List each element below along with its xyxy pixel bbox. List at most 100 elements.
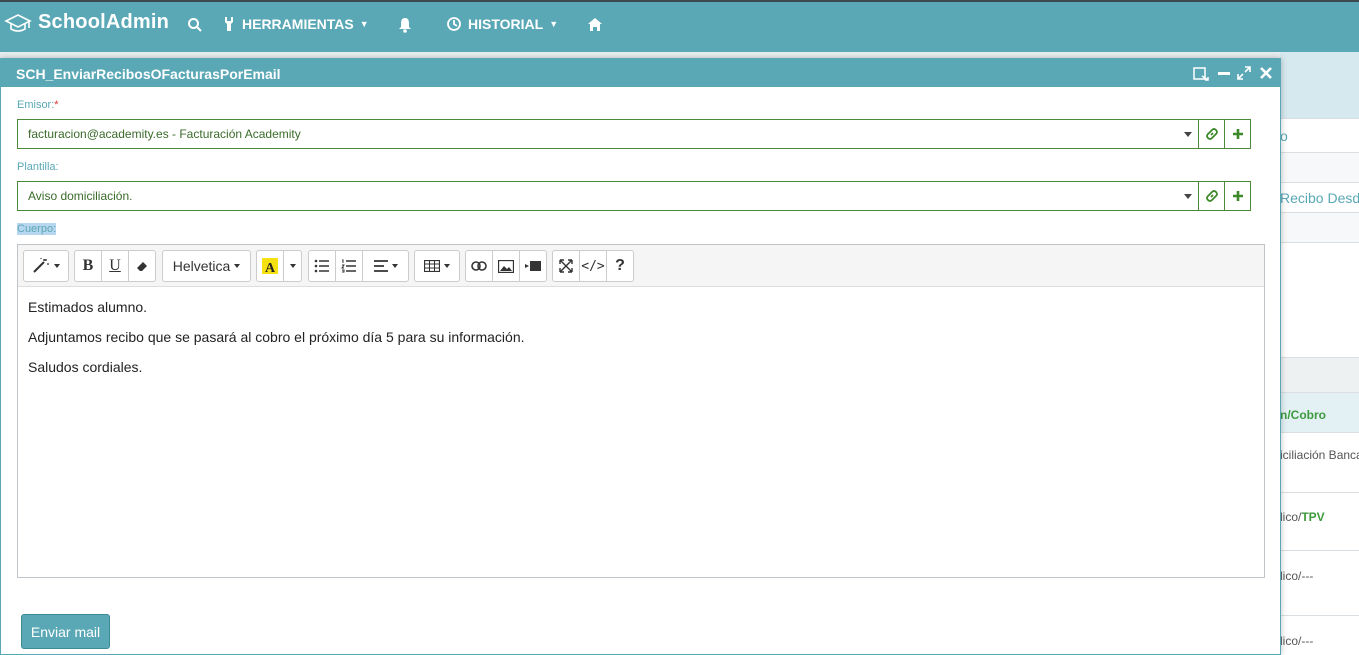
- style-group: [23, 250, 69, 282]
- insert-video-button[interactable]: [520, 251, 546, 281]
- table-icon: [424, 260, 440, 272]
- bullet-list-button[interactable]: [309, 251, 336, 281]
- cuerpo-label: Cuerpo:: [17, 223, 57, 235]
- insert-group: [465, 250, 547, 282]
- background-row-prefix: lico/: [1280, 510, 1302, 524]
- view-group: </> ?: [552, 250, 634, 282]
- insert-table-button[interactable]: [415, 251, 459, 281]
- chevron-down-icon: ▼: [549, 19, 559, 29]
- chevron-down-icon: [1184, 194, 1192, 199]
- magic-wand-icon: [33, 258, 49, 273]
- nav-historial[interactable]: HISTORIAL ▼: [446, 16, 558, 32]
- search-icon[interactable]: [187, 17, 203, 33]
- plantilla-value-text: Aviso domiciliación.: [28, 189, 133, 203]
- emisor-label-text: Emisor:: [17, 99, 55, 111]
- bullet-list-icon: [314, 259, 329, 273]
- background-row-text: lico/TPV: [1280, 510, 1325, 524]
- chevron-down-icon: [444, 264, 450, 268]
- text-color-button[interactable]: A: [257, 251, 284, 281]
- emisor-value-text: facturacion@academity.es - Facturación A…: [28, 127, 301, 141]
- bell-icon[interactable]: [398, 17, 412, 33]
- align-left-icon: [373, 260, 388, 272]
- body-paragraph: Adjuntamos recibo que se pasará al cobro…: [28, 329, 525, 345]
- emisor-select[interactable]: facturacion@academity.es - Facturación A…: [17, 119, 1251, 149]
- link-icon: [1205, 190, 1218, 202]
- body-paragraph: Estimados alumno.: [28, 299, 148, 315]
- editor-content[interactable]: Estimados alumno. Adjuntamos recibo que …: [18, 287, 1264, 401]
- plantilla-add-button[interactable]: [1224, 182, 1250, 210]
- rich-text-editor[interactable]: B U Helvetica A </> ? Estimados alumno. …: [17, 244, 1265, 578]
- align-dropdown-button[interactable]: [363, 251, 408, 281]
- plantilla-select-value[interactable]: Aviso domiciliación.: [18, 182, 1198, 210]
- color-group: A: [256, 250, 302, 282]
- font-family-dropdown[interactable]: Helvetica: [163, 251, 250, 281]
- background-link[interactable]: o: [1280, 128, 1288, 144]
- brand-logo[interactable]: SchoolAdmin: [4, 11, 169, 34]
- background-row: Recibo Desd: [1280, 182, 1359, 212]
- nav-herramientas[interactable]: HERRAMIENTAS ▼: [222, 16, 369, 32]
- background-row: [1280, 357, 1359, 392]
- table-row: lico/---: [1280, 550, 1359, 615]
- expand-icon: [559, 259, 573, 273]
- dialog-title: SCH_EnviarRecibosOFacturasPorEmail: [16, 66, 281, 82]
- chevron-down-icon: [234, 264, 241, 268]
- background-header-band: [1280, 52, 1359, 118]
- highlight-color-icon: A: [262, 258, 278, 275]
- bold-button[interactable]: B: [75, 251, 102, 281]
- svg-text:A: A: [265, 261, 276, 275]
- table-row: n/Cobro: [1280, 392, 1359, 432]
- minimize-icon[interactable]: [1217, 66, 1231, 80]
- home-icon[interactable]: [587, 17, 603, 32]
- background-row-green: TPV: [1301, 510, 1325, 524]
- wrench-icon: [225, 17, 233, 31]
- top-navbar: SchoolAdmin HERRAMIENTAS ▼ HISTORIAL ▼: [0, 0, 1359, 52]
- emisor-select-value[interactable]: facturacion@academity.es - Facturación A…: [18, 120, 1198, 148]
- send-mail-button[interactable]: Enviar mail: [21, 614, 110, 649]
- brand-name: SchoolAdmin: [38, 11, 170, 33]
- chevron-down-icon: [1184, 132, 1192, 137]
- ordered-list-icon: [341, 259, 356, 273]
- background-row-text: lico/---: [1280, 569, 1314, 583]
- color-dropdown-button[interactable]: [284, 251, 301, 281]
- ordered-list-button[interactable]: [336, 251, 363, 281]
- editor-toolbar: B U Helvetica A </> ?: [18, 245, 1264, 287]
- background-row-text: lico/---: [1280, 634, 1314, 648]
- help-button[interactable]: ?: [607, 251, 633, 281]
- magic-style-button[interactable]: [24, 251, 68, 281]
- background-row: o: [1280, 118, 1359, 152]
- plus-icon: [1232, 129, 1243, 139]
- popout-icon[interactable]: [1193, 66, 1209, 81]
- plantilla-select[interactable]: Aviso domiciliación.: [17, 181, 1251, 211]
- email-dialog: SCH_EnviarRecibosOFacturasPorEmail Emiso…: [0, 58, 1281, 655]
- chevron-down-icon: [54, 264, 60, 268]
- maximize-icon[interactable]: [1237, 66, 1251, 80]
- graduation-cap-icon: [4, 13, 32, 32]
- table-row: iciliación Banca: [1280, 432, 1359, 492]
- insert-link-button[interactable]: [466, 251, 493, 281]
- emisor-add-button[interactable]: [1224, 120, 1250, 148]
- dialog-header: SCH_EnviarRecibosOFacturasPorEmail: [1, 59, 1280, 87]
- insert-image-button[interactable]: [493, 251, 520, 281]
- background-page: o Recibo Desd n/Cobro iciliación Banca l…: [1280, 52, 1359, 655]
- recibo-desde-link[interactable]: Recibo Desd: [1280, 190, 1359, 206]
- close-icon[interactable]: [1259, 66, 1273, 80]
- body-paragraph: Saludos cordiales.: [28, 359, 143, 375]
- fullscreen-button[interactable]: [553, 251, 580, 281]
- background-row: [1280, 242, 1359, 357]
- background-row-text: n/Cobro: [1280, 408, 1326, 422]
- history-icon: [447, 17, 461, 31]
- background-row: [1280, 212, 1359, 242]
- link-icon: [1205, 128, 1218, 140]
- plus-icon: [1232, 191, 1243, 201]
- emisor-label: Emisor:*: [17, 99, 59, 111]
- plantilla-link-button[interactable]: [1198, 182, 1224, 210]
- emisor-link-button[interactable]: [1198, 120, 1224, 148]
- font-family-label: Helvetica: [172, 258, 231, 274]
- code-view-button[interactable]: </>: [580, 251, 607, 281]
- format-group: B U: [74, 250, 156, 282]
- required-mark: *: [54, 99, 59, 111]
- video-icon: [525, 261, 541, 271]
- clear-format-button[interactable]: [129, 251, 155, 281]
- underline-button[interactable]: U: [102, 251, 129, 281]
- eraser-icon: [137, 262, 147, 271]
